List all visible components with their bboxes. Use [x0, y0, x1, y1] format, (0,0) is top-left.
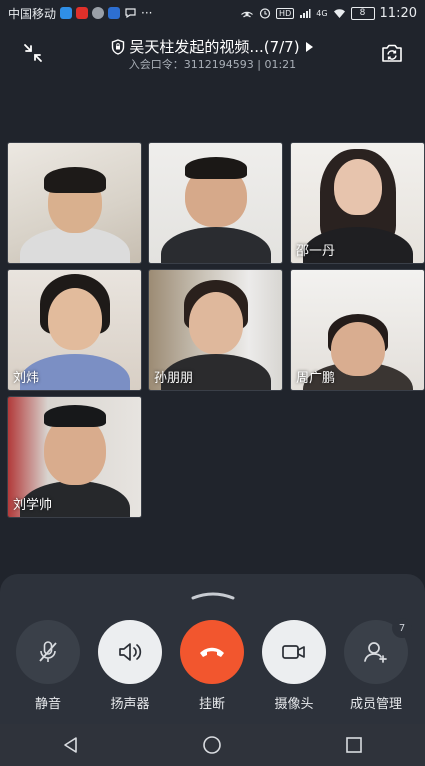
participant-tile[interactable] — [7, 142, 142, 264]
camera-circle — [262, 620, 326, 684]
participant-tile[interactable]: 孙朋朋 — [148, 269, 283, 391]
home-button[interactable] — [192, 730, 232, 760]
participant-hair — [43, 405, 106, 427]
participant-name: 邵一丹 — [296, 244, 336, 259]
speaker-icon — [119, 643, 142, 661]
play-arrow-icon — [305, 41, 313, 52]
meeting-title-text: 吴天柱发起的视频...(7/7) — [129, 38, 300, 56]
participant-name: 孙朋朋 — [154, 371, 194, 386]
speaker-button[interactable]: 扬声器 — [90, 620, 170, 712]
expand-handle-icon[interactable] — [191, 590, 235, 600]
participant-tile[interactable]: 周广鹏 — [290, 269, 425, 391]
meeting-title[interactable]: 吴天柱发起的视频...(7/7) — [0, 36, 425, 57]
participant-face — [47, 288, 102, 350]
back-triangle-icon — [64, 737, 77, 753]
mute-button[interactable]: 静音 — [8, 620, 88, 712]
participant-face — [333, 159, 382, 215]
video-camera-icon — [282, 645, 305, 659]
participant-name: 刘炜 — [13, 371, 40, 386]
hangup-label: 挂断 — [198, 697, 225, 712]
participant-tile[interactable] — [148, 142, 283, 264]
carrier-label: 中国移动 — [8, 6, 57, 21]
signal-icon — [300, 8, 311, 18]
recents-square-icon — [346, 737, 362, 753]
clock: 11:20 — [379, 5, 417, 21]
add-member-icon — [364, 642, 387, 663]
chat-icon — [125, 8, 136, 19]
participant-face — [330, 322, 385, 376]
member-count-badge: 7 — [392, 618, 412, 638]
participant-tile[interactable]: 刘炜 — [7, 269, 142, 391]
participant-tile[interactable]: 刘学帅 — [7, 396, 142, 518]
participant-tile[interactable]: 邵一丹 — [290, 142, 425, 264]
control-panel: 静音 扬声器 挂断 摄像头 7 成员管理 — [0, 574, 425, 724]
navigation-bar — [0, 724, 425, 766]
mute-circle — [16, 620, 80, 684]
meeting-header: 吴天柱发起的视频...(7/7) 入会口令：3112194593 | 01:21 — [0, 32, 425, 76]
back-button[interactable] — [51, 730, 91, 760]
shield-app-icon — [60, 7, 73, 19]
battery-icon: 8 — [350, 6, 375, 20]
hangup-button[interactable]: 挂断 — [172, 620, 252, 712]
status-bar: 中国移动 ··· HD 4G 8 11:20 — [0, 0, 425, 26]
network-label: 4G — [316, 8, 328, 18]
mute-label: 静音 — [34, 697, 61, 712]
participant-face — [188, 292, 243, 354]
participant-name: 周广鹏 — [296, 371, 336, 386]
members-label: 成员管理 — [349, 697, 402, 712]
participant-name: 刘学帅 — [13, 498, 53, 513]
compass-app-icon — [92, 7, 105, 19]
participant-hair — [43, 167, 106, 193]
hd-icon: HD — [276, 7, 295, 19]
participant-hair — [184, 157, 247, 179]
hotspot-icon — [241, 11, 253, 18]
alarm-icon — [259, 8, 271, 19]
red-app-icon — [76, 7, 89, 19]
camera-label: 摄像头 — [274, 697, 314, 712]
members-circle: 7 — [344, 618, 412, 684]
members-button[interactable]: 7 成员管理 — [336, 618, 416, 712]
more-dots-icon: ··· — [141, 6, 153, 20]
speaker-circle — [98, 620, 162, 684]
hangup-circle — [180, 620, 244, 684]
wifi-icon — [333, 8, 345, 18]
microphone-off-icon — [39, 641, 57, 662]
camera-switch-icon — [382, 44, 402, 62]
lock-shield-icon — [112, 38, 125, 55]
switch-camera-button[interactable] — [377, 38, 407, 68]
phone-hangup-icon — [200, 647, 224, 657]
meeting-code: 入会口令：3112194593 | 01:21 — [128, 58, 297, 71]
speaker-label: 扬声器 — [110, 697, 150, 712]
camera-button[interactable]: 摄像头 — [254, 620, 334, 712]
home-circle-icon — [203, 736, 222, 754]
jk-app-icon — [108, 7, 121, 19]
recents-button[interactable] — [334, 730, 374, 760]
